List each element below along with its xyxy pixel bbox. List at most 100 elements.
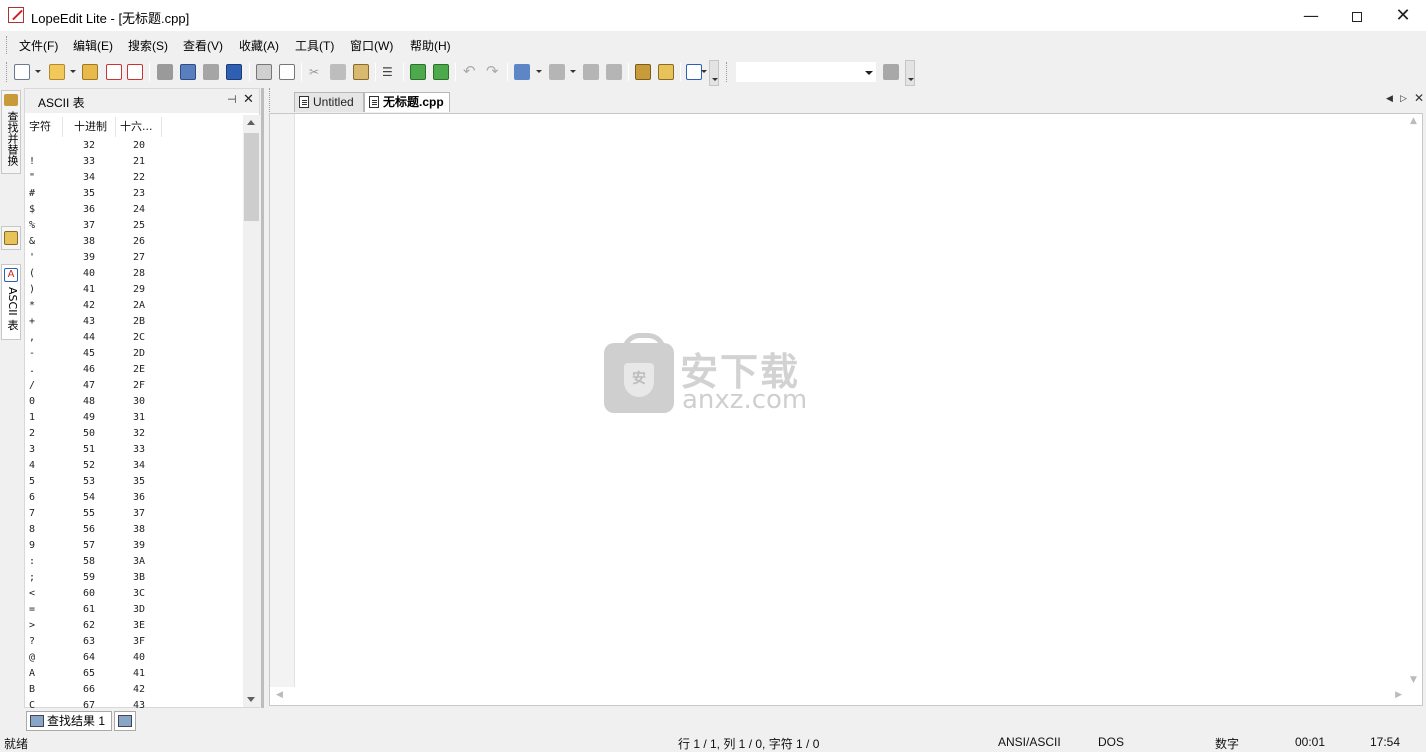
save-all-icon[interactable] (226, 64, 242, 80)
table-row[interactable]: 0 48 30 (25, 395, 243, 411)
save-disabled-icon[interactable] (157, 64, 173, 80)
table-row[interactable]: ? 63 3F (25, 635, 243, 651)
menubar-grip[interactable] (6, 36, 9, 54)
line-number-gutter[interactable] (270, 114, 295, 687)
paste-icon[interactable] (353, 64, 369, 80)
bookmark-next-icon[interactable] (583, 64, 599, 80)
table-row[interactable]: ) 41 29 (25, 283, 243, 299)
table-row[interactable]: A 65 41 (25, 667, 243, 683)
table-row[interactable]: = 61 3D (25, 603, 243, 619)
scroll-thumb[interactable] (244, 133, 259, 221)
new-file-icon[interactable] (14, 64, 30, 80)
menu-file[interactable]: 文件(F) (19, 37, 58, 54)
run-icon[interactable] (883, 64, 899, 80)
menu-help[interactable]: 帮助(H) (410, 37, 451, 54)
align-icon[interactable]: ☰ (382, 64, 393, 80)
scroll-right-icon[interactable]: ▶ (1395, 690, 1402, 700)
close-all-icon[interactable] (127, 64, 143, 80)
menu-tools[interactable]: 工具(T) (295, 37, 334, 54)
close-window-button[interactable]: ✕ (1380, 0, 1426, 31)
tab-find-replace[interactable]: 查找并替换 (1, 90, 21, 174)
close-tab-icon[interactable]: ✕ (1414, 91, 1424, 105)
menu-view[interactable]: 查看(V) (183, 37, 223, 54)
table-row[interactable]: & 38 26 (25, 235, 243, 251)
tab-untitled-cpp[interactable]: 无标题.cpp (364, 92, 450, 112)
bookmark-prev-icon[interactable] (549, 64, 565, 80)
undo-icon[interactable]: ↶ (463, 63, 476, 79)
scroll-up-icon[interactable]: ▲ (1410, 116, 1417, 126)
code-editor[interactable]: ▲ ▼ ◀ ▶ (269, 113, 1423, 706)
table-row[interactable]: 5 53 35 (25, 475, 243, 491)
table-row[interactable]: 4 52 34 (25, 459, 243, 475)
table-row[interactable]: $36 24 (25, 203, 243, 219)
table-row[interactable]: , 44 2C (25, 331, 243, 347)
table-row[interactable]: B 66 42 (25, 683, 243, 699)
new-file-dropdown[interactable] (35, 70, 41, 73)
table-row[interactable]: - 45 2D (25, 347, 243, 363)
bookmark-dropdown[interactable] (536, 70, 542, 73)
status-encoding[interactable]: ANSI/ASCII (998, 735, 1061, 749)
editor-vertical-scrollbar[interactable]: ▲ ▼ (1405, 114, 1422, 687)
find-icon[interactable] (635, 64, 651, 80)
tab-favorites[interactable] (1, 226, 21, 250)
chevron-down-icon[interactable] (865, 71, 873, 75)
table-row[interactable]: >62 3E (25, 619, 243, 635)
table-row[interactable]: ' 39 27 (25, 251, 243, 267)
status-line-ending[interactable]: DOS (1098, 735, 1124, 749)
table-row[interactable]: . 46 2E (25, 363, 243, 379)
cut-icon[interactable]: ✂ (309, 64, 319, 80)
table-row[interactable]: (40 28 (25, 267, 243, 283)
bookmark-clear-icon[interactable] (606, 64, 622, 80)
table-row[interactable]: 3 51 33 (25, 443, 243, 459)
replace-icon[interactable] (658, 64, 674, 80)
table-row[interactable]: +43 2B (25, 315, 243, 331)
toolbar2-overflow-button[interactable] (905, 60, 915, 86)
ascii-scrollbar[interactable] (243, 115, 260, 707)
scroll-left-icon[interactable]: ◀ (276, 690, 283, 700)
table-row[interactable]: <60 3C (25, 587, 243, 603)
scroll-down-icon[interactable]: ▼ (1410, 675, 1417, 685)
toolbar2-grip[interactable] (726, 62, 729, 82)
indent-icon[interactable] (410, 64, 426, 80)
tab-output[interactable] (114, 711, 136, 731)
menu-favorites[interactable]: 收藏(A) (239, 37, 279, 54)
table-row[interactable]: / 47 2F (25, 379, 243, 395)
table-row[interactable]: @64 40 (25, 651, 243, 667)
table-row[interactable]: 6 54 36 (25, 491, 243, 507)
editor-horizontal-scrollbar[interactable]: ◀ ▶ (270, 687, 1406, 705)
table-row[interactable]: * 42 2A (25, 299, 243, 315)
print-preview-icon[interactable] (279, 64, 295, 80)
print-icon[interactable] (256, 64, 272, 80)
open-file-icon[interactable] (49, 64, 65, 80)
table-row[interactable]: 8 56 38 (25, 523, 243, 539)
goto-icon[interactable] (686, 64, 702, 80)
pin-icon[interactable]: ⊣ (227, 93, 237, 106)
tab-scroll-right-icon[interactable]: ▷ (1400, 94, 1407, 104)
goto-dropdown[interactable] (701, 70, 707, 73)
table-row[interactable]: : 58 3A (25, 555, 243, 571)
panel-splitter[interactable] (261, 88, 264, 708)
menu-search[interactable]: 搜索(S) (128, 37, 168, 54)
table-row[interactable]: " 34 22 (25, 171, 243, 187)
bookmark-icon[interactable] (514, 64, 530, 80)
tab-ascii[interactable]: A ASCII 表 (1, 264, 21, 340)
table-row[interactable]: 2 50 32 (25, 427, 243, 443)
table-row[interactable]: % 37 25 (25, 219, 243, 235)
open-file-dropdown[interactable] (70, 70, 76, 73)
maximize-button[interactable] (1334, 0, 1380, 31)
tab-scroll-left-icon[interactable]: ◀ (1386, 94, 1393, 104)
table-row[interactable]: 7 55 37 (25, 507, 243, 523)
app-icon[interactable] (8, 7, 24, 23)
outdent-icon[interactable] (433, 64, 449, 80)
toolbar-grip[interactable] (6, 62, 9, 82)
menu-edit[interactable]: 编辑(E) (73, 37, 113, 54)
table-row[interactable]: #35 23 (25, 187, 243, 203)
tab-find-results[interactable]: 查找结果 1 (26, 711, 112, 731)
scroll-up-icon[interactable] (247, 120, 255, 125)
toolbar-overflow-button[interactable] (709, 60, 719, 86)
table-row[interactable]: 9 57 39 (25, 539, 243, 555)
tab-untitled[interactable]: Untitled (294, 92, 364, 112)
table-row[interactable]: 1 49 31 (25, 411, 243, 427)
close-file-icon[interactable] (106, 64, 122, 80)
table-row[interactable]: C 67 43 (25, 699, 243, 709)
